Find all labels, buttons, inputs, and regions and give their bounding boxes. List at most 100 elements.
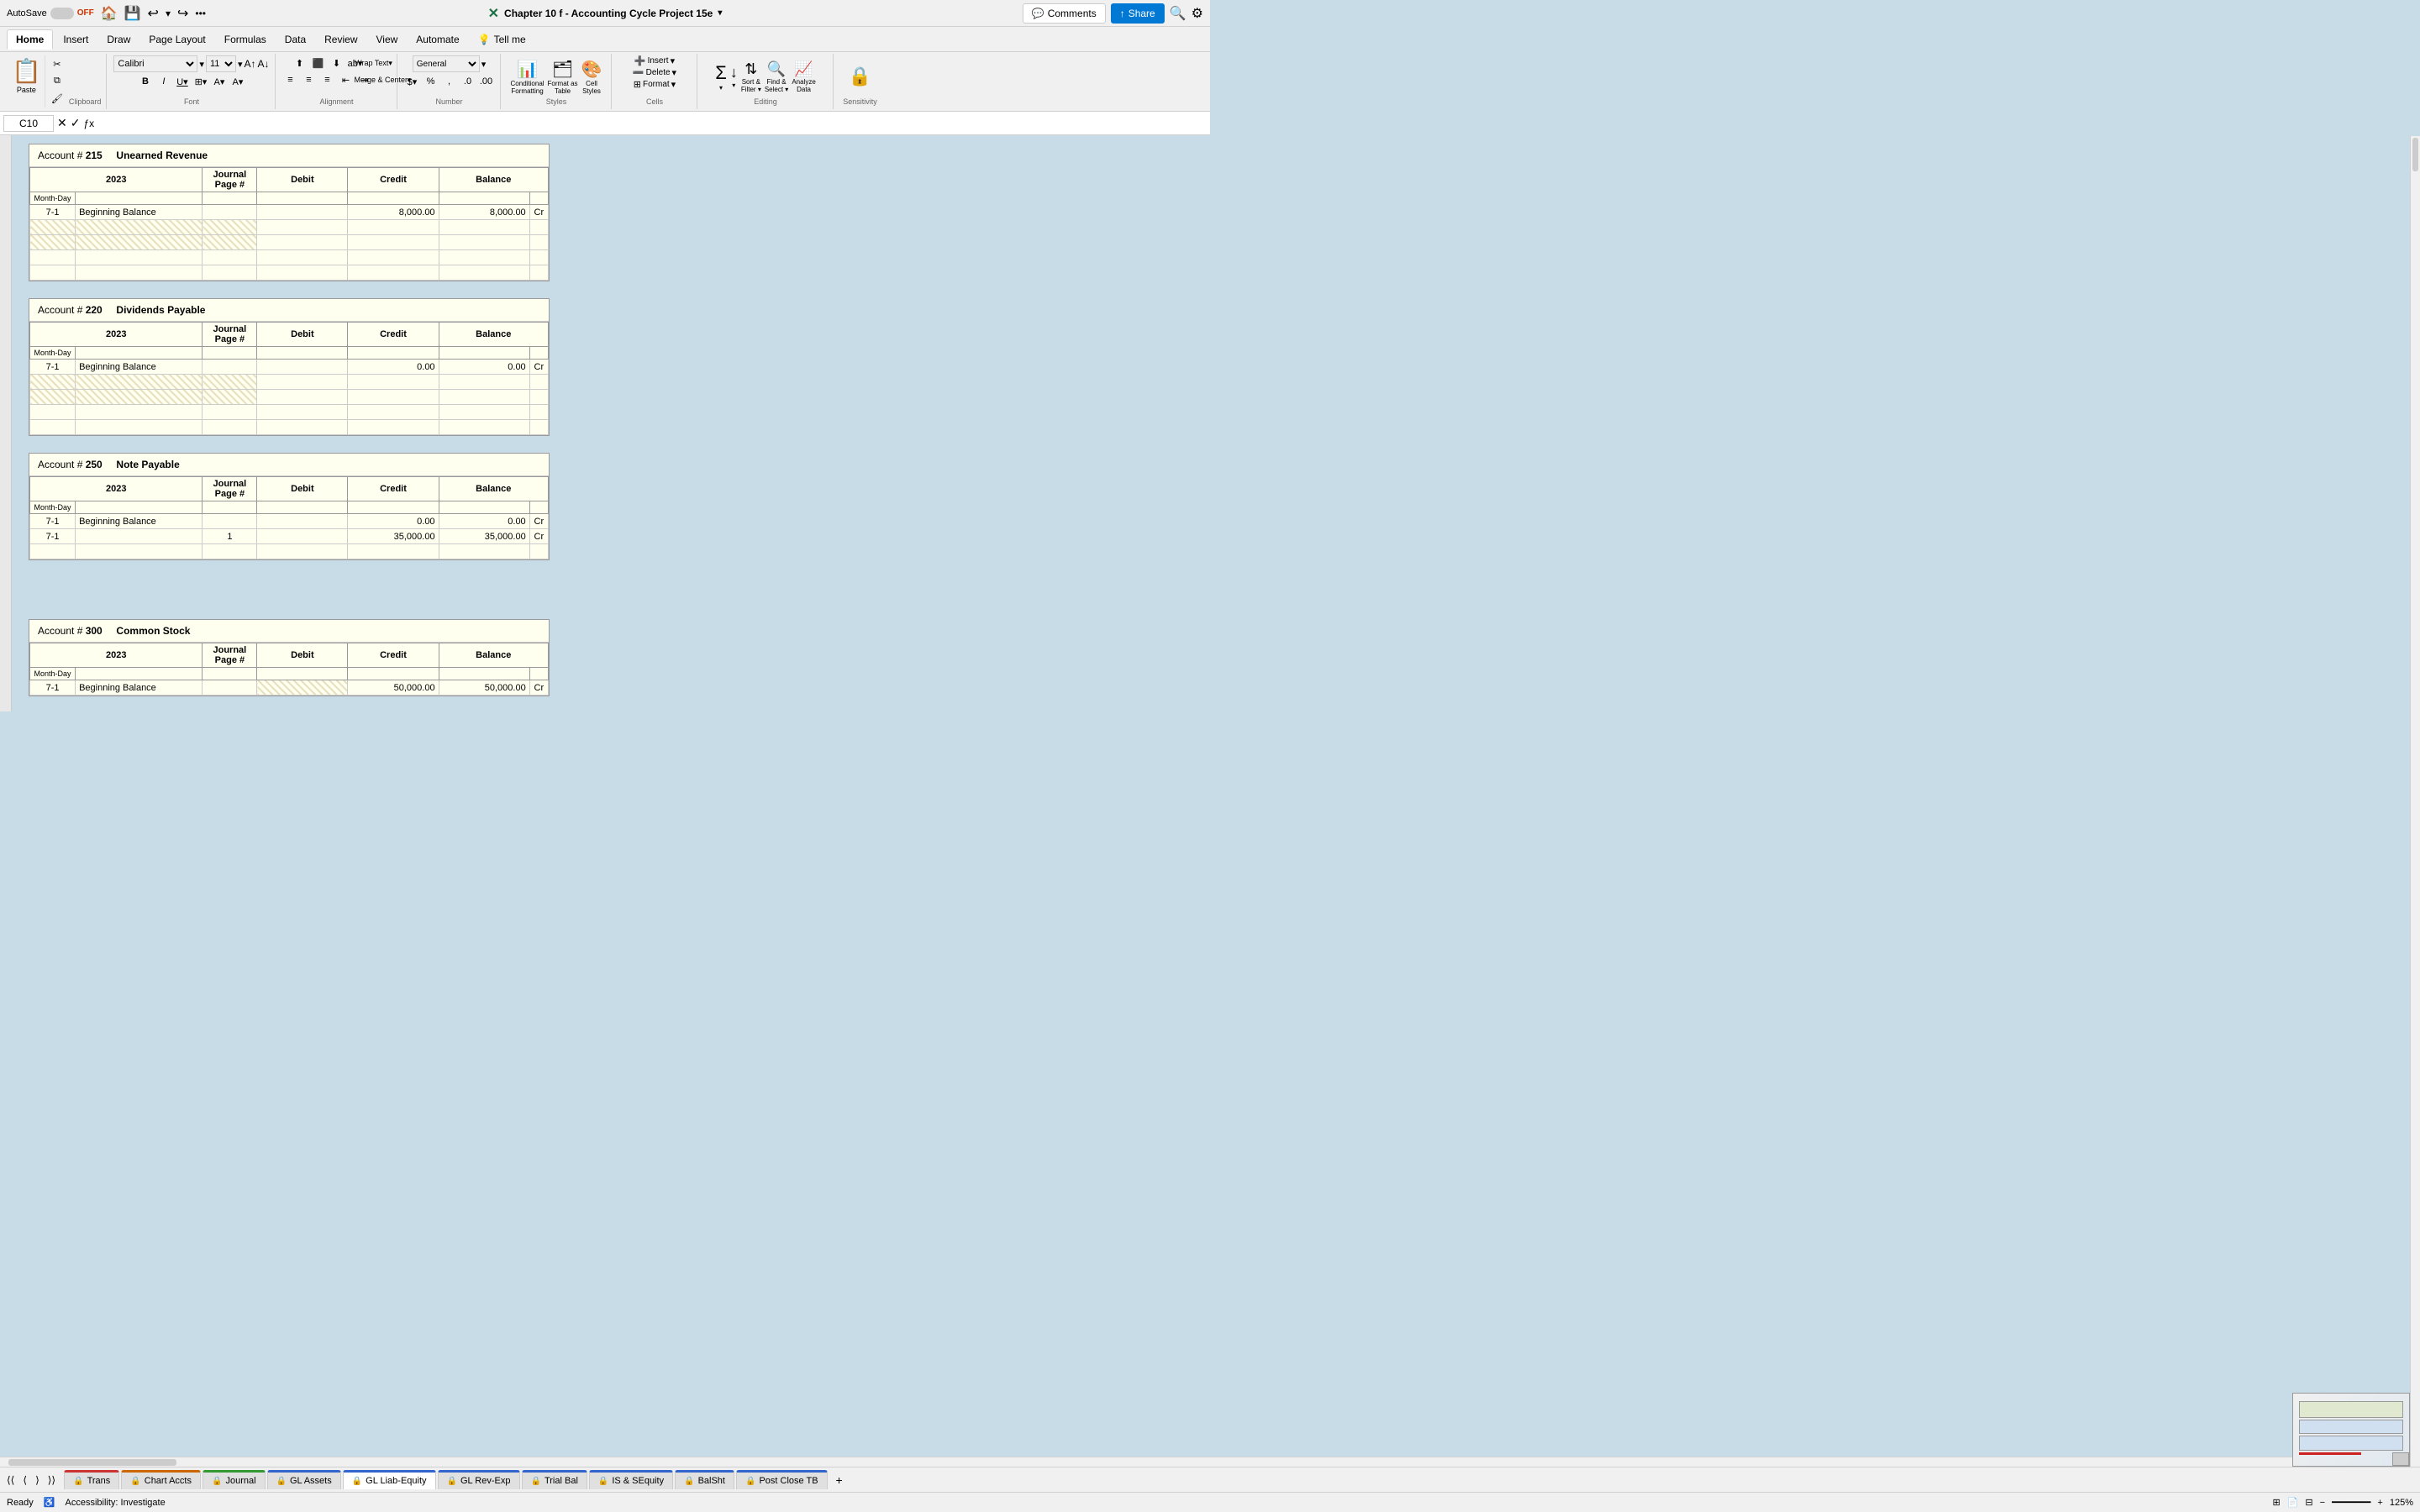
credit-cell[interactable] <box>348 250 439 265</box>
balance-cell[interactable]: 50,000.00 <box>439 680 529 696</box>
debit-cell[interactable] <box>257 375 348 390</box>
delete-button[interactable]: ➖ Delete ▾ <box>633 67 676 78</box>
sheet-tab-chart-accts[interactable]: 🔒 Chart Accts <box>121 1470 201 1489</box>
table-row[interactable] <box>30 390 549 405</box>
more-commands-icon[interactable]: ••• <box>195 8 206 19</box>
tab-review[interactable]: Review <box>316 30 366 49</box>
cell-reference-input[interactable] <box>3 115 54 132</box>
sheet-tab-balsht[interactable]: 🔒 BalSht <box>675 1470 734 1489</box>
tab-insert[interactable]: Insert <box>55 30 97 49</box>
table-row[interactable] <box>30 265 549 281</box>
date-cell[interactable]: 7-1 <box>30 360 76 375</box>
desc-cell[interactable]: Beginning Balance <box>76 514 203 529</box>
vertical-scrollbar[interactable] <box>2410 136 2420 1467</box>
date-cell[interactable] <box>30 375 76 390</box>
wrap-text-button[interactable]: Wrap Text▾ <box>366 55 382 71</box>
settings-icon[interactable]: ⚙ <box>1192 5 1203 22</box>
crdr-cell[interactable] <box>529 250 548 265</box>
font-dropdown-icon[interactable]: ▾ <box>199 59 204 70</box>
crdr-cell[interactable] <box>529 390 548 405</box>
journal-cell[interactable] <box>203 680 257 696</box>
debit-cell[interactable] <box>257 420 348 435</box>
sheet-tab-gl-rev-exp[interactable]: 🔒 GL Rev-Exp <box>438 1470 520 1489</box>
paste-button[interactable]: 📋 Paste <box>8 55 45 108</box>
journal-cell[interactable] <box>203 205 257 220</box>
sensitivity-button[interactable]: 🔒 <box>849 66 871 87</box>
cut-button[interactable]: ✂ <box>49 57 66 71</box>
journal-cell[interactable] <box>203 375 257 390</box>
desc-cell[interactable] <box>76 220 203 235</box>
sort-filter-button[interactable]: ⇅ Sort &Filter ▾ <box>741 60 761 93</box>
journal-cell[interactable] <box>203 420 257 435</box>
scrollbar-thumb[interactable] <box>2412 138 2418 171</box>
credit-cell[interactable]: 50,000.00 <box>348 680 439 696</box>
autosave-toggle-switch[interactable] <box>50 8 74 19</box>
tab-draw[interactable]: Draw <box>98 30 139 49</box>
align-top-button[interactable]: ⬆ <box>292 55 308 71</box>
share-button[interactable]: ↑ Share <box>1111 3 1165 24</box>
desc-cell[interactable] <box>76 544 203 559</box>
normal-view-icon[interactable]: ⊞ <box>2272 1497 2280 1508</box>
decrease-font-icon[interactable]: A↓ <box>257 58 269 70</box>
home-icon[interactable]: 🏠 <box>101 5 118 22</box>
desc-cell[interactable] <box>76 265 203 281</box>
percent-button[interactable]: % <box>423 74 439 89</box>
tab-view[interactable]: View <box>368 30 407 49</box>
number-format-dropdown-icon[interactable]: ▾ <box>481 59 487 70</box>
balance-cell[interactable]: 0.00 <box>439 360 529 375</box>
credit-cell[interactable] <box>348 265 439 281</box>
add-sheet-button[interactable]: + <box>829 1470 850 1490</box>
decrease-decimal-button[interactable]: .0 <box>460 74 476 89</box>
journal-cell[interactable] <box>203 360 257 375</box>
crdr-cell[interactable]: Cr <box>529 360 548 375</box>
debit-cell[interactable] <box>257 544 348 559</box>
analyze-data-button[interactable]: 📈 AnalyzeData <box>792 60 815 93</box>
prev-tab-button[interactable]: ⟨ <box>19 1473 30 1488</box>
increase-font-icon[interactable]: A↑ <box>244 58 255 70</box>
table-row[interactable]: 7-1 1 35,000.00 35,000.00 Cr <box>30 529 549 544</box>
debit-cell[interactable] <box>257 235 348 250</box>
date-cell[interactable] <box>30 265 76 281</box>
align-left-button[interactable]: ≡ <box>282 72 299 87</box>
cell-styles-button[interactable]: 🎨 CellStyles <box>581 59 602 95</box>
save-icon[interactable]: 💾 <box>124 5 141 22</box>
debit-cell[interactable] <box>257 220 348 235</box>
date-cell[interactable] <box>30 544 76 559</box>
sheet-tab-gl-liab-equity[interactable]: 🔒 GL Liab-Equity <box>343 1470 436 1489</box>
debit-cell[interactable] <box>257 680 348 696</box>
debit-cell[interactable] <box>257 250 348 265</box>
desc-cell[interactable]: Beginning Balance <box>76 680 203 696</box>
table-row[interactable] <box>30 250 549 265</box>
table-row[interactable]: 7-1 Beginning Balance 0.00 0.00 Cr <box>30 514 549 529</box>
crdr-cell[interactable] <box>529 420 548 435</box>
format-button[interactable]: ⊞ Format ▾ <box>634 79 676 90</box>
table-row[interactable]: 7-1 Beginning Balance 50,000.00 50,000.0… <box>30 680 549 696</box>
desc-cell[interactable]: Beginning Balance <box>76 360 203 375</box>
crdr-cell[interactable]: Cr <box>529 514 548 529</box>
formula-input[interactable] <box>97 116 1207 131</box>
balance-cell[interactable] <box>439 250 529 265</box>
insert-function-icon[interactable]: ƒx <box>83 118 94 129</box>
debit-cell[interactable] <box>257 360 348 375</box>
currency-button[interactable]: $▾ <box>404 74 421 89</box>
credit-cell[interactable] <box>348 235 439 250</box>
date-cell[interactable] <box>30 405 76 420</box>
conditional-formatting-button[interactable]: 📊 ConditionalFormatting <box>511 59 544 95</box>
tab-automate[interactable]: Automate <box>408 30 467 49</box>
credit-cell[interactable] <box>348 220 439 235</box>
find-select-button[interactable]: 🔍 Find &Select ▾ <box>765 60 788 93</box>
insert-dropdown-icon[interactable]: ▾ <box>671 55 676 66</box>
balance-cell[interactable] <box>439 390 529 405</box>
balance-cell[interactable]: 35,000.00 <box>439 529 529 544</box>
credit-cell[interactable] <box>348 405 439 420</box>
debit-cell[interactable] <box>257 205 348 220</box>
zoom-in-button[interactable]: + <box>2377 1498 2382 1508</box>
debit-cell[interactable] <box>257 405 348 420</box>
date-cell[interactable] <box>30 250 76 265</box>
delete-dropdown-icon[interactable]: ▾ <box>672 67 677 78</box>
date-cell[interactable] <box>30 390 76 405</box>
confirm-formula-icon[interactable]: ✓ <box>71 116 81 130</box>
debit-cell[interactable] <box>257 514 348 529</box>
tab-page-layout[interactable]: Page Layout <box>140 30 213 49</box>
sheet-tab-trans[interactable]: 🔒 Trans <box>64 1470 119 1489</box>
